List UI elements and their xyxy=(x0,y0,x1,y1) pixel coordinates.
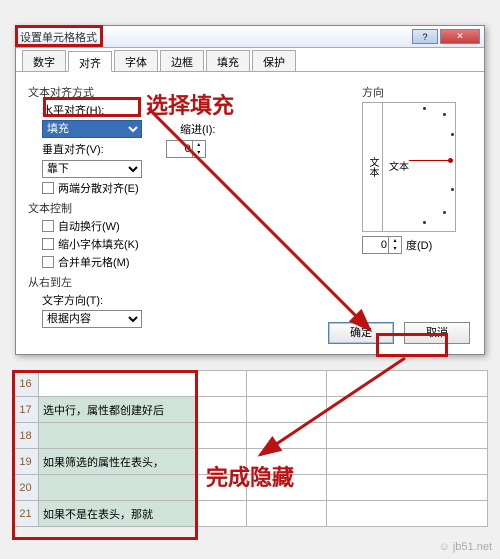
tab-fill[interactable]: 填充 xyxy=(206,50,250,71)
orientation-group-label: 方向 xyxy=(362,84,472,100)
cell[interactable] xyxy=(39,371,197,397)
watermark: ☺ jb51.net xyxy=(439,541,492,553)
cell[interactable] xyxy=(327,449,488,475)
tab-font[interactable]: 字体 xyxy=(114,50,158,71)
justify-distributed-label: 两端分散对齐(E) xyxy=(58,180,139,196)
titlebar[interactable]: 设置单元格格式 ? ✕ xyxy=(16,26,484,48)
table-row: 21如果不是在表头，那就 xyxy=(13,501,488,527)
shrink-checkbox[interactable] xyxy=(42,238,54,250)
cell[interactable] xyxy=(247,475,327,501)
orientation-vertical-text: 文本 xyxy=(363,103,383,231)
close-button[interactable]: ✕ xyxy=(440,29,480,44)
row-header[interactable]: 16 xyxy=(13,371,39,397)
table-row: 19如果筛选的属性在表头， xyxy=(13,449,488,475)
row-header[interactable]: 20 xyxy=(13,475,39,501)
cell[interactable] xyxy=(39,423,197,449)
row-header[interactable]: 21 xyxy=(13,501,39,527)
wrap-label: 自动换行(W) xyxy=(58,218,120,234)
direction-select[interactable]: 根据内容 xyxy=(42,310,142,328)
cell[interactable] xyxy=(247,501,327,527)
indent-spinner[interactable]: 0 xyxy=(166,140,206,158)
justify-distributed-checkbox[interactable] xyxy=(42,182,54,194)
cell[interactable] xyxy=(39,475,197,501)
cell[interactable] xyxy=(327,371,488,397)
tab-protection[interactable]: 保护 xyxy=(252,50,296,71)
format-cells-dialog: 设置单元格格式 ? ✕ 数字 对齐 字体 边框 填充 保护 文本对齐方式 水平对… xyxy=(15,25,485,355)
cell[interactable] xyxy=(327,423,488,449)
cell[interactable] xyxy=(197,397,247,423)
ok-button[interactable]: 确定 xyxy=(328,322,394,344)
merge-label: 合并单元格(M) xyxy=(58,254,130,270)
cell[interactable] xyxy=(247,423,327,449)
text-align-group-label: 文本对齐方式 xyxy=(28,84,362,100)
shrink-label: 缩小字体填充(K) xyxy=(58,236,139,252)
cell[interactable] xyxy=(197,475,247,501)
text-control-group-label: 文本控制 xyxy=(28,200,362,216)
orientation-text: 文本 xyxy=(389,158,409,173)
cell[interactable] xyxy=(327,475,488,501)
cell[interactable] xyxy=(327,397,488,423)
tab-border[interactable]: 边框 xyxy=(160,50,204,71)
cell[interactable] xyxy=(197,371,247,397)
cell[interactable]: 如果筛选的属性在表头， xyxy=(39,449,197,475)
dialog-title: 设置单元格格式 xyxy=(20,29,412,45)
help-button[interactable]: ? xyxy=(412,29,438,44)
cell[interactable] xyxy=(247,449,327,475)
spreadsheet[interactable]: 16 17选中行，属性都创建好后 18 19如果筛选的属性在表头， 20 21如… xyxy=(12,370,488,527)
orientation-needle[interactable] xyxy=(409,160,449,161)
cell[interactable] xyxy=(247,371,327,397)
row-header[interactable]: 19 xyxy=(13,449,39,475)
h-align-label: 水平对齐(H): xyxy=(42,102,104,118)
cell[interactable] xyxy=(197,449,247,475)
tab-alignment[interactable]: 对齐 xyxy=(68,51,112,72)
wrap-checkbox[interactable] xyxy=(42,220,54,232)
row-header[interactable]: 18 xyxy=(13,423,39,449)
degree-label: 度(D) xyxy=(406,237,432,253)
cell[interactable] xyxy=(197,423,247,449)
table-row: 18 xyxy=(13,423,488,449)
cell[interactable] xyxy=(327,501,488,527)
table-row: 17选中行，属性都创建好后 xyxy=(13,397,488,423)
v-align-label: 垂直对齐(V): xyxy=(42,141,104,157)
h-align-select[interactable]: 填充 xyxy=(42,120,142,138)
indent-label: 缩进(I): xyxy=(180,121,215,137)
tab-strip: 数字 对齐 字体 边框 填充 保护 xyxy=(16,50,484,72)
cell[interactable]: 如果不是在表头，那就 xyxy=(39,501,197,527)
cell[interactable]: 选中行，属性都创建好后 xyxy=(39,397,197,423)
orientation-box[interactable]: 文本 文本 xyxy=(362,102,456,232)
cell[interactable] xyxy=(247,397,327,423)
cell[interactable] xyxy=(197,501,247,527)
cancel-button[interactable]: 取消 xyxy=(404,322,470,344)
merge-checkbox[interactable] xyxy=(42,256,54,268)
v-align-select[interactable]: 靠下 xyxy=(42,160,142,178)
table-row: 16 xyxy=(13,371,488,397)
rtl-group-label: 从右到左 xyxy=(28,274,362,290)
tab-number[interactable]: 数字 xyxy=(22,50,66,71)
direction-label: 文字方向(T): xyxy=(42,292,103,308)
degree-spinner[interactable]: 0 xyxy=(362,236,402,254)
row-header[interactable]: 17 xyxy=(13,397,39,423)
table-row: 20 xyxy=(13,475,488,501)
